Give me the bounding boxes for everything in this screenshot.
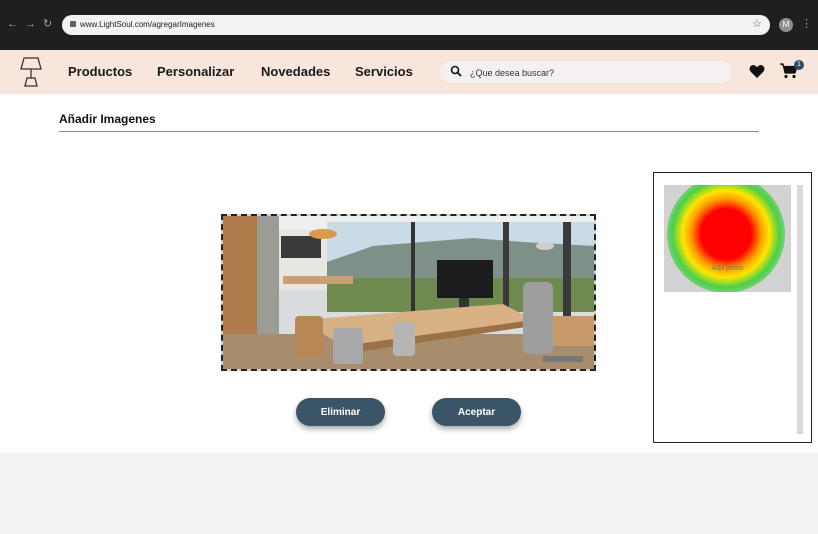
menu-item-personalizar[interactable]: Personalizar — [157, 64, 234, 79]
cart-count-badge: 1 — [794, 60, 804, 70]
lock-icon — [70, 21, 76, 27]
uploaded-office-image[interactable] — [221, 214, 596, 371]
browser-toolbar: ← → ↻ www.LightSoul.com/agregarImagenes … — [0, 0, 818, 50]
page-footer — [0, 453, 818, 534]
search-input[interactable] — [468, 64, 722, 82]
image-thumbnail-panel: Add photo — [653, 172, 812, 443]
reload-icon[interactable]: ↻ — [43, 17, 52, 31]
address-bar[interactable]: www.LightSoul.com/agregarImagenes ☆ — [62, 15, 770, 35]
search-icon[interactable] — [450, 65, 462, 77]
star-icon[interactable]: ☆ — [752, 17, 762, 30]
lamp-logo-icon[interactable] — [19, 56, 43, 88]
office-photo — [223, 216, 594, 369]
forward-icon[interactable]: → — [25, 17, 36, 31]
back-icon[interactable]: ← — [7, 17, 18, 31]
heart-icon[interactable] — [749, 64, 765, 79]
menu-item-novedades[interactable]: Novedades — [261, 64, 330, 79]
accept-button[interactable]: Aceptar — [432, 398, 521, 426]
add-photo-thumbnail[interactable]: Add photo — [664, 185, 791, 292]
kebab-icon[interactable]: ⋮ — [801, 17, 812, 30]
profile-avatar[interactable]: M — [779, 18, 793, 32]
delete-button[interactable]: Eliminar — [296, 398, 385, 426]
url-text[interactable]: www.LightSoul.com/agregarImagenes — [80, 18, 215, 32]
menu-item-productos[interactable]: Productos — [68, 64, 132, 79]
thumbnail-label: Add photo — [711, 265, 744, 272]
color-heatmap-graphic — [667, 185, 785, 292]
search-bar[interactable] — [440, 61, 732, 83]
site-header: Productos Personalizar Novedades Servici… — [0, 50, 818, 94]
title-divider — [59, 131, 759, 132]
menu-item-servicios[interactable]: Servicios — [355, 64, 413, 79]
panel-scrollbar[interactable] — [797, 185, 803, 434]
page-title: Añadir Imagenes — [59, 112, 156, 126]
